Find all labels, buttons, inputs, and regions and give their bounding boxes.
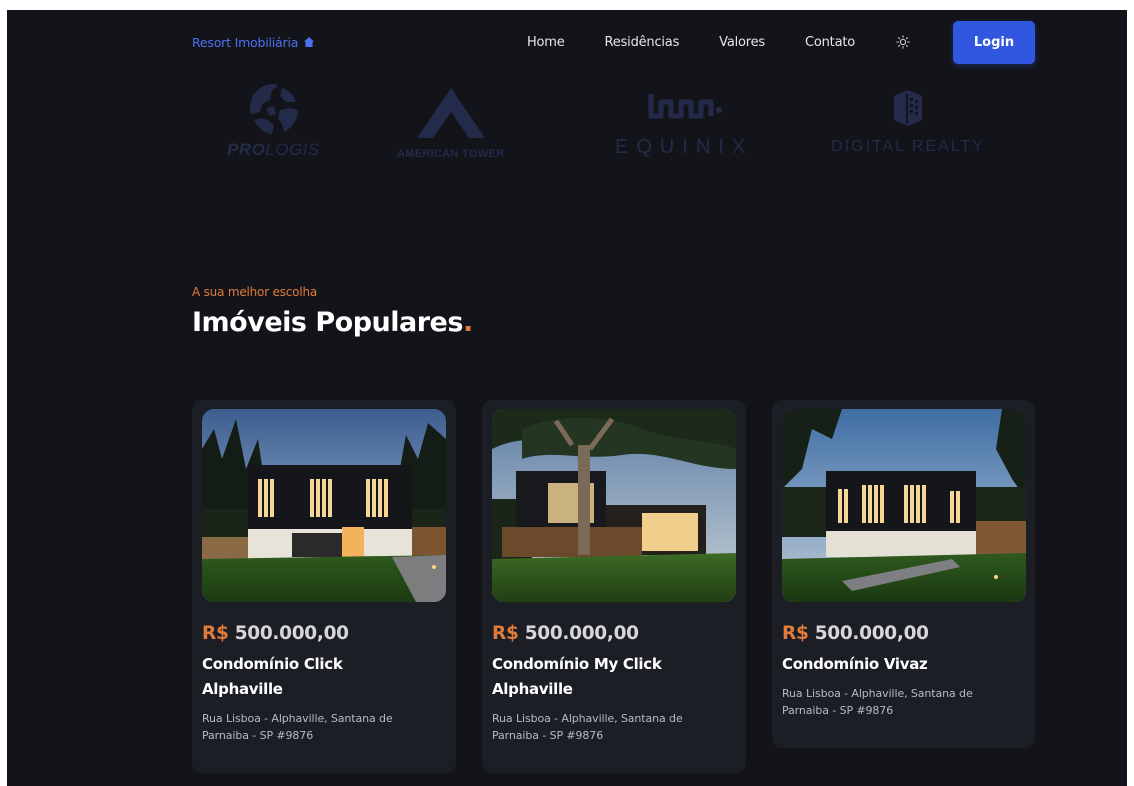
equinix-icon	[648, 94, 723, 119]
logo-prologis-bold: PRO	[227, 140, 266, 159]
digital-realty-icon	[893, 90, 922, 126]
price-value: 500.000,00	[814, 623, 929, 644]
price-currency: R$	[492, 623, 519, 644]
logo-digital-realty: DIGITAL REALTY	[831, 88, 985, 156]
property-card[interactable]: R$ 500.000,00 Condomínio My Click Alphav…	[482, 400, 746, 773]
section-title-dot: .	[462, 307, 473, 338]
property-address: Rua Lisboa - Alphaville, Santana de Parn…	[492, 712, 683, 742]
property-price: R$ 500.000,00	[202, 623, 446, 644]
logo-american-tower: AMERICAN TOWER	[397, 86, 504, 160]
partner-logos: PROLOGIS AMERICAN TOWER EQUINIX DIGITAL …	[7, 10, 1127, 180]
section-title: Imóveis Populares.	[192, 307, 473, 338]
property-title: Condomínio Click Alphaville	[202, 655, 343, 698]
price-value: 500.000,00	[234, 623, 349, 644]
globe-icon	[250, 84, 299, 134]
logo-american-tower-text: AMERICAN TOWER	[397, 148, 505, 160]
property-photo	[202, 409, 446, 602]
page-viewport: Resort Imobiliária Home Residências Valo…	[7, 10, 1127, 786]
price-currency: R$	[202, 623, 229, 644]
property-title: Condomínio My Click Alphaville	[492, 655, 662, 698]
section-title-text: Imóveis Populares	[192, 307, 463, 338]
logo-prologis: PROLOGIS	[227, 82, 320, 160]
property-address: Rua Lisboa - Alphaville, Santana de Parn…	[782, 687, 973, 717]
property-card[interactable]: R$ 500.000,00 Condomínio Vivaz Rua Lisbo…	[772, 400, 1035, 748]
tower-icon	[416, 88, 485, 138]
section-eyebrow: A sua melhor escolha	[192, 285, 318, 299]
logo-digital-realty-text: DIGITAL REALTY	[831, 138, 985, 155]
property-price: R$ 500.000,00	[782, 623, 1025, 644]
price-value: 500.000,00	[524, 623, 639, 644]
property-title: Condomínio Vivaz	[782, 655, 928, 673]
property-card[interactable]: R$ 500.000,00 Condomínio Click Alphavill…	[192, 400, 456, 773]
property-price: R$ 500.000,00	[492, 623, 736, 644]
price-currency: R$	[782, 623, 809, 644]
property-photo	[492, 409, 736, 602]
property-address: Rua Lisboa - Alphaville, Santana de Parn…	[202, 712, 393, 742]
property-photo	[782, 409, 1026, 602]
logo-equinix: EQUINIX	[615, 88, 753, 159]
logo-equinix-text: EQUINIX	[615, 136, 754, 158]
logo-prologis-light: LOGIS	[265, 140, 320, 159]
